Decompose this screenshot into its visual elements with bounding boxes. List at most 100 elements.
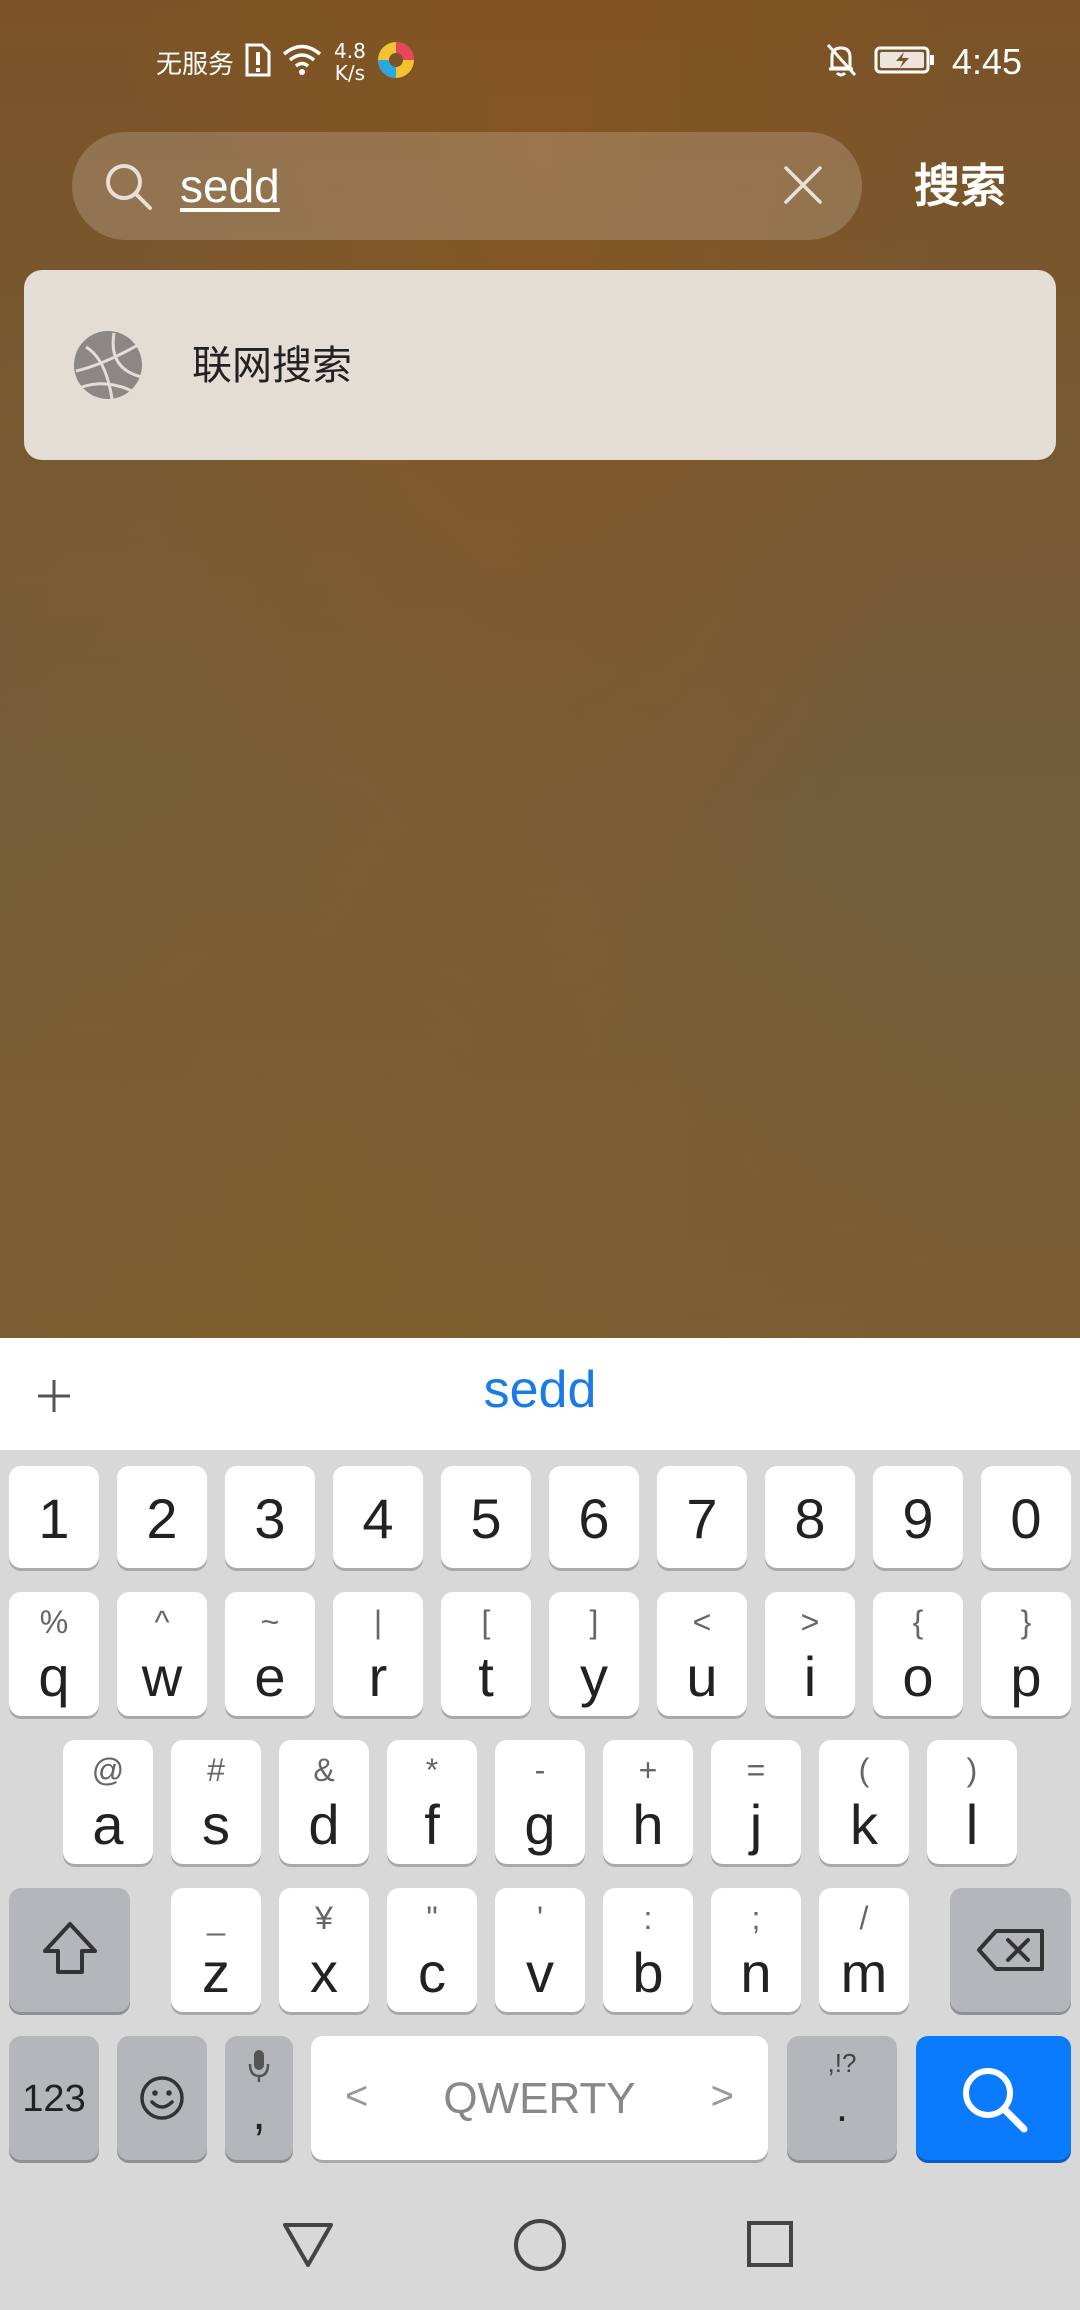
key-8[interactable]: 8: [765, 1466, 855, 1568]
net-speed-unit: K/s: [334, 61, 366, 85]
clear-icon[interactable]: [780, 162, 826, 212]
key-label: r: [368, 1645, 388, 1708]
key-b[interactable]: :b: [603, 1888, 693, 2012]
key-g[interactable]: -g: [495, 1740, 585, 1864]
net-speed-value: 4.8: [334, 39, 366, 63]
emoji-key[interactable]: [117, 2036, 207, 2160]
bell-muted-icon: [824, 42, 858, 82]
key-y[interactable]: ] y: [549, 1592, 639, 1716]
key-v[interactable]: ' v: [495, 1888, 585, 2012]
search-icon: [102, 160, 154, 216]
key-label: m: [840, 1941, 888, 2004]
key-label: f: [424, 1793, 440, 1856]
key-label: p: [1010, 1645, 1042, 1708]
candidate-word[interactable]: sedd: [0, 1360, 1080, 1420]
key-label: 7: [686, 1487, 718, 1550]
key-alt-label: <: [692, 1604, 712, 1640]
key-o[interactable]: {o: [873, 1592, 963, 1716]
key-alt-label: ,!?: [827, 2048, 857, 2078]
key-alt-label: ]: [589, 1604, 599, 1640]
key-5[interactable]: 5: [441, 1466, 531, 1568]
key-f[interactable]: * f: [387, 1740, 477, 1864]
search-input[interactable]: [180, 154, 740, 218]
key-alt-label: -: [534, 1752, 546, 1788]
key-label: h: [632, 1793, 664, 1856]
globe-icon: [72, 329, 144, 405]
key-label: a: [92, 1793, 124, 1856]
status-right: 4:45: [824, 36, 1022, 88]
key-6[interactable]: 6: [549, 1466, 639, 1568]
search-submit-button[interactable]: 搜索: [900, 150, 1020, 222]
browser-app-icon: [376, 40, 416, 84]
key-alt-label: /: [859, 1900, 869, 1936]
key-u[interactable]: < u: [657, 1592, 747, 1716]
key-alt-label: ~: [260, 1604, 280, 1640]
status-bar: 无服务 4.8 K/s 4:45: [0, 0, 1080, 125]
key-label: e: [254, 1645, 286, 1708]
key-label: 5: [470, 1487, 502, 1550]
key-x[interactable]: ¥ x: [279, 1888, 369, 2012]
numbers-key[interactable]: 123: [9, 2036, 99, 2160]
space-key[interactable]: < QWERTY >: [311, 2036, 768, 2160]
search-icon: [958, 2063, 1030, 2140]
key-label: .: [835, 2082, 849, 2131]
key-0[interactable]: 0: [981, 1466, 1071, 1568]
key-d[interactable]: & d: [279, 1740, 369, 1864]
web-search-suggestion[interactable]: 联网搜索: [24, 270, 1056, 460]
key-label: z: [202, 1941, 230, 2004]
key-label: s: [202, 1793, 230, 1856]
key-alt-label: ;: [751, 1900, 761, 1936]
key-3[interactable]: 3: [225, 1466, 315, 1568]
key-label: c: [418, 1941, 446, 2004]
key-alt-label: &: [313, 1752, 335, 1788]
key-q[interactable]: % q: [9, 1592, 99, 1716]
key-label: 4: [362, 1487, 394, 1550]
recents-square-icon[interactable]: [746, 2220, 794, 2272]
key-c[interactable]: " c: [387, 1888, 477, 2012]
clock: 4:45: [951, 41, 1022, 82]
key-r[interactable]: | r: [333, 1592, 423, 1716]
navigation-bar: [0, 2172, 1080, 2310]
key-label: q: [38, 1645, 70, 1708]
key-z[interactable]: _ z: [171, 1888, 261, 2012]
key-alt-label: =: [746, 1752, 766, 1788]
key-1[interactable]: 1: [9, 1466, 99, 1568]
key-m[interactable]: / m: [819, 1888, 909, 2012]
key-2[interactable]: 2: [117, 1466, 207, 1568]
key-7[interactable]: 7: [657, 1466, 747, 1568]
key-e[interactable]: ~ e: [225, 1592, 315, 1716]
home-circle-icon[interactable]: [513, 2218, 567, 2276]
key-j[interactable]: = j: [711, 1740, 801, 1864]
backspace-icon: [976, 1928, 1046, 1977]
key-s[interactable]: # s: [171, 1740, 261, 1864]
key-w[interactable]: ^ w: [117, 1592, 207, 1716]
key-alt-label: {: [912, 1604, 924, 1640]
key-a[interactable]: @ a: [63, 1740, 153, 1864]
key-label: o: [902, 1645, 934, 1708]
punctuation-key[interactable]: ,!? .: [787, 2036, 897, 2160]
key-9[interactable]: 9: [873, 1466, 963, 1568]
key-alt-label: :: [643, 1900, 653, 1936]
search-bar[interactable]: [72, 132, 862, 240]
key-i[interactable]: > i: [765, 1592, 855, 1716]
key-label: k: [850, 1793, 878, 1856]
key-alt-label: ^: [154, 1604, 170, 1640]
voice-comma-key[interactable]: ,: [225, 2036, 293, 2160]
key-k[interactable]: (k: [819, 1740, 909, 1864]
key-h[interactable]: + h: [603, 1740, 693, 1864]
shift-icon: [41, 1920, 99, 1983]
key-label: y: [580, 1645, 608, 1708]
key-4[interactable]: 4: [333, 1466, 423, 1568]
key-n[interactable]: ; n: [711, 1888, 801, 2012]
net-speed: 4.8 K/s: [334, 40, 366, 84]
back-triangle-icon[interactable]: [282, 2222, 334, 2272]
backspace-key[interactable]: [950, 1888, 1071, 2012]
key-t[interactable]: [t: [441, 1592, 531, 1716]
key-alt-label: +: [638, 1752, 658, 1788]
keyboard-search-key[interactable]: [916, 2036, 1071, 2160]
key-alt-label: #: [207, 1752, 225, 1788]
shift-key[interactable]: [9, 1888, 130, 2012]
key-label: t: [478, 1645, 494, 1708]
key-p[interactable]: } p: [981, 1592, 1071, 1716]
key-l[interactable]: ) l: [927, 1740, 1017, 1864]
